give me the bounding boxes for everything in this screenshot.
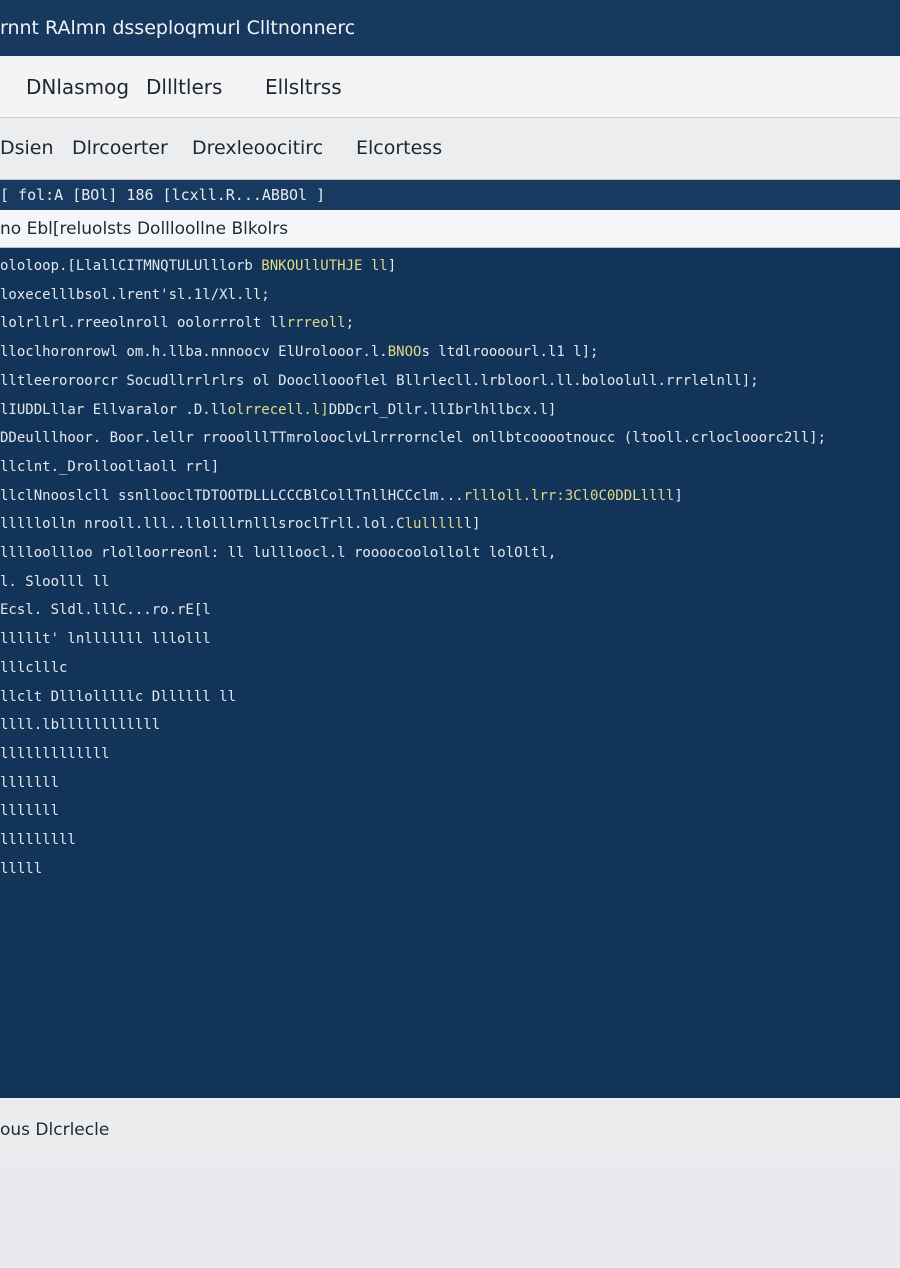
terminal-line-text: Ecsl. Sldl.lllC...ro.rE[l [0, 602, 211, 619]
status-bar: ous Dlcrlecle [0, 1098, 900, 1162]
terminal-line: lllll [0, 855, 42, 884]
status-text: ous Dlcrlecle [0, 1120, 110, 1140]
menu-item-2[interactable]: Dllltlers [146, 56, 222, 118]
terminal-line-highlight: lulllll [404, 516, 464, 533]
terminal-line-suffix: DDDcrl_Dllr.llIbrlhllbcx.l] [328, 401, 557, 418]
footer-pane [0, 1162, 900, 1268]
terminal-line: lllllll [0, 797, 59, 826]
terminal-line: lllllllll [0, 826, 76, 855]
terminal-line: lolrllrl.rreeolnroll oolorrrolt llrrreol… [0, 309, 354, 338]
terminal-line-highlight: BNKOUllUTHJE ll [252, 258, 388, 274]
terminal-line-highlight: olrrecell.l] [227, 401, 329, 418]
terminal-line-suffix: , [547, 545, 557, 561]
path-bar: [ fol:A [BOl] 186 [lcxll.R...ABBOl ] [0, 180, 900, 210]
terminal-line-suffix: ]; [809, 430, 827, 447]
menu-item-1[interactable]: DNlasmog [26, 56, 129, 118]
terminal-line: loxecelllbsol.lrent'sl.1l/Xl.ll; [0, 281, 270, 310]
terminal-line: lllclllc [0, 654, 67, 683]
window-title: rnnt RAlmn dsseploqmurl Clltnonnerc [0, 17, 356, 39]
terminal-line: lloclhoronrowl om.h.llba.nnnoocv ElUrolo… [0, 338, 598, 367]
terminal-line-text: lllllt' lnlllllll lllolll [0, 631, 211, 648]
terminal-line: Ecsl. Sldl.lllC...ro.rE[l [0, 596, 211, 625]
terminal-line: l. Sloolll ll [0, 568, 110, 597]
terminal-line: lIUDDLllar Ellvaralor .D.llolrrecell.l]D… [0, 396, 556, 425]
terminal-line: llclnt._Drolloollaoll rrl] [0, 453, 219, 482]
terminal-line-suffix: ; [345, 315, 355, 332]
terminal-line-suffix: ]; [741, 372, 759, 389]
column-header-text: no Ebl[reluolsts Dollloollne Blkolrs [0, 219, 289, 239]
terminal-line-highlight: BNOO [387, 344, 422, 361]
terminal-line: lllllllllllll [0, 740, 110, 769]
terminal-line: llclNnooslcll ssnllooclTDTOOTDLLLCCCBlCo… [0, 482, 683, 511]
terminal-line-highlight: rrreoll [286, 315, 346, 332]
terminal-line-text: lllllll [0, 803, 60, 820]
terminal-line: lltleeroroorcr Socudllrrlrlrs ol Doocllo… [0, 367, 759, 396]
terminal-line: llll.lbllllllllllll [0, 711, 160, 740]
terminal-line-text: lllll [0, 860, 43, 877]
terminal-line-text: lllloollloo rlolloorreonl: ll lullloocl.… [0, 545, 548, 561]
toolbar-item-3[interactable]: Drexleoocitirc [192, 118, 323, 178]
terminal-line-text: lllllllll [0, 832, 76, 848]
terminal-line-suffix: l] [463, 516, 481, 533]
terminal-line: llclt Dlllolllllc Dllllll ll [0, 683, 236, 712]
terminal-line-text: lllllll [0, 774, 60, 791]
terminal-line-suffix: s ltdlroooourl.l1 l]; [421, 344, 599, 361]
terminal-line-text: llll.lbllllllllllll [0, 717, 161, 734]
terminal-line-text: llclNnooslcll ssnllooclTDTOOTDLLLCCCBlCo… [0, 487, 464, 504]
window-title-bar: rnnt RAlmn dsseploqmurl Clltnonnerc [0, 0, 900, 56]
terminal-line-text: lllllolln nrooll.lll..llolllrnlllsroclTr… [0, 516, 405, 533]
terminal-line: lllllll [0, 769, 59, 798]
terminal-line-text: lolrllrl.rreeolnroll oolorrrolt ll [0, 315, 287, 332]
terminal-line-suffix: ] [674, 487, 683, 504]
terminal-line-suffix: ] [387, 258, 397, 274]
terminal-line: DDeulllhoor. Boor.lellr rrooolllTTmroloo… [0, 424, 826, 453]
terminal-line: lllllolln nrooll.lll..llolllrnlllsroclTr… [0, 510, 480, 539]
terminal-line-text: lllllllllllll [0, 745, 110, 762]
terminal-line-text: lltleeroroorcr Socudllrrlrlrs ol Doocllo… [0, 372, 742, 389]
terminal-line-text: lIUDDLllar Ellvaralor .D.ll [0, 401, 228, 418]
terminal-line: lllllt' lnlllllll lllolll [0, 625, 211, 654]
terminal-line-text: l. Sloolll ll [0, 573, 110, 590]
toolbar: Dsien Dlrcoerter Drexleoocitirc Elcortes… [0, 118, 900, 180]
terminal-line-text: loxecelllbsol.lrent'sl.1l/Xl.ll; [0, 286, 270, 303]
terminal-line-text: ololoop.[LlallCITMNQTULUlllorb [0, 258, 253, 274]
column-header-bar: no Ebl[reluolsts Dollloollne Blkolrs [0, 210, 900, 248]
terminal-line-text: lloclhoronrowl om.h.llba.nnnoocv ElUrolo… [0, 344, 388, 361]
terminal-line: ololoop.[LlallCITMNQTULUlllorb BNKOUllUT… [0, 252, 396, 281]
toolbar-item-1[interactable]: Dsien [0, 118, 54, 178]
terminal-line-text: llclnt._Drolloollaoll rrl [0, 458, 211, 475]
toolbar-item-2[interactable]: Dlrcoerter [72, 118, 168, 178]
toolbar-item-4[interactable]: Elcortess [356, 118, 442, 178]
terminal-line-text: llclt Dlllolllllc Dllllll ll [0, 688, 237, 705]
path-text: [ fol:A [BOl] 186 [lcxll.R...ABBOl ] [0, 186, 326, 204]
menu-bar: DNlasmog Dllltlers Ellsltrss [0, 56, 900, 118]
menu-item-3[interactable]: Ellsltrss [265, 56, 342, 118]
terminal-output[interactable]: ololoop.[LlallCITMNQTULUlllorb BNKOUllUT… [0, 248, 900, 1098]
terminal-line: lllloollloo rlolloorreonl: ll lullloocl.… [0, 539, 556, 568]
terminal-line-suffix: ] [210, 458, 220, 475]
terminal-line-text: DDeulllhoor. Boor.lellr rrooolllTTmroloo… [0, 430, 810, 447]
terminal-line-highlight: rllloll.lrr:3Cl0C0DDLllll [463, 487, 675, 504]
terminal-line-text: lllclllc [0, 659, 68, 676]
